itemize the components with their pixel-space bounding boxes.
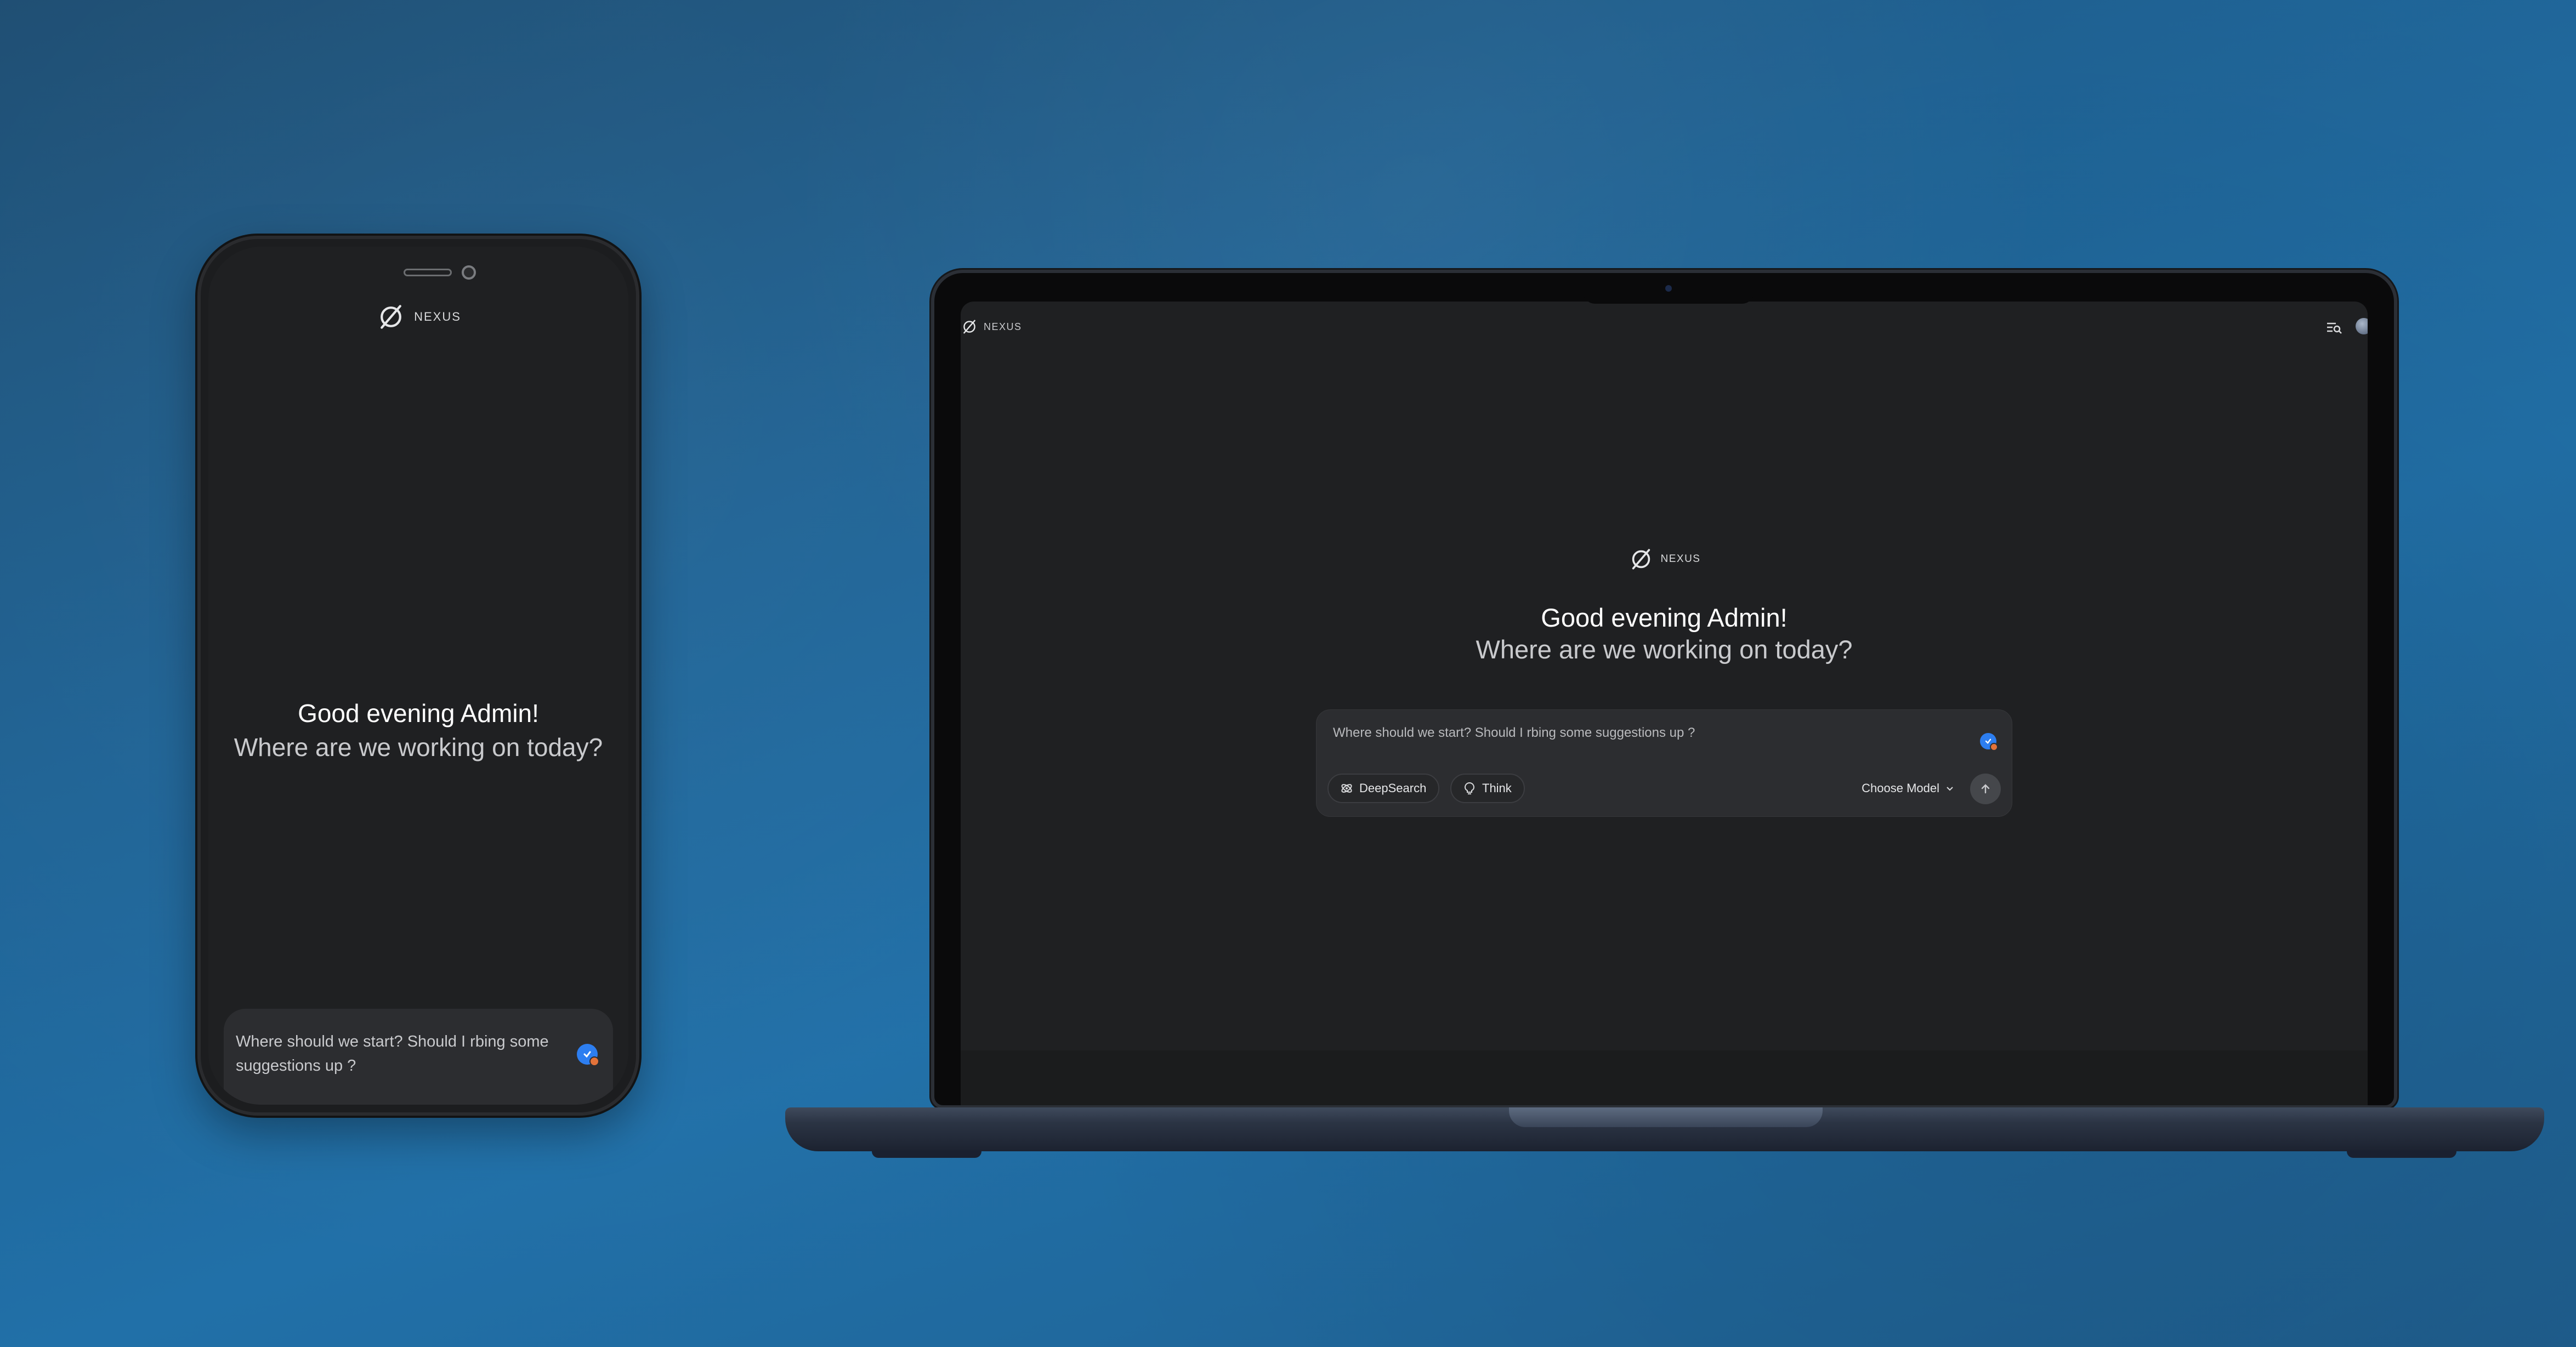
- prompt-placeholder: Where should we start? Should I rbing so…: [236, 1033, 549, 1075]
- nexus-logo-icon: [1632, 549, 1650, 570]
- laptop-screen: NEXUS NEXUS Good evening Admin! Where ar…: [961, 302, 2368, 1105]
- greeting-title: Good evening Admin!: [298, 699, 539, 728]
- screen-bottom: [961, 1050, 2368, 1105]
- laptop-foot-left: [872, 1150, 981, 1158]
- phone-screen: NEXUS Good evening Admin! Where are we w…: [208, 247, 628, 1105]
- greeting-subtitle: Where are we working on today?: [1476, 635, 1853, 664]
- arrow-up-icon: [1981, 784, 1990, 794]
- check-badge-icon[interactable]: [1980, 733, 1998, 751]
- center-brand-logo: NEXUS: [961, 546, 2368, 572]
- deepsearch-label: DeepSearch: [1359, 781, 1427, 795]
- laptop-opening-notch: [1509, 1107, 1823, 1127]
- brand-name: NEXUS: [984, 321, 1022, 332]
- phone-device: NEXUS Good evening Admin! Where are we w…: [197, 236, 639, 1116]
- lightbulb-icon: [1464, 782, 1475, 794]
- laptop-base: [785, 1107, 2544, 1151]
- send-button[interactable]: [1970, 774, 2001, 804]
- topbar-brand-logo[interactable]: NEXUS: [961, 318, 1022, 336]
- prompt-input[interactable]: Where should we start? Should I rbing so…: [224, 1009, 613, 1105]
- laptop-foot-right: [2347, 1150, 2456, 1158]
- brand-name: NEXUS: [414, 310, 461, 323]
- phone-brand-logo[interactable]: NEXUS: [208, 302, 628, 332]
- think-label: Think: [1482, 781, 1512, 795]
- model-selector[interactable]: Choose Model: [1862, 774, 1955, 803]
- prompt-placeholder[interactable]: Where should we start? Should I rbing so…: [1333, 725, 1695, 741]
- atom-icon: [1341, 784, 1352, 793]
- model-label: Choose Model: [1862, 781, 1939, 795]
- deepsearch-button[interactable]: DeepSearch: [1327, 774, 1440, 803]
- brand-name: NEXUS: [1660, 553, 1701, 565]
- nexus-logo-icon: [963, 320, 975, 334]
- greeting: Good evening Admin! Where are we working…: [208, 696, 628, 764]
- think-button[interactable]: Think: [1450, 774, 1525, 803]
- avatar[interactable]: [2356, 318, 2368, 334]
- nexus-logo-icon: [381, 305, 401, 329]
- chevron-down-icon: [1947, 787, 1953, 791]
- phone-speaker: [404, 269, 452, 276]
- greeting-title: Good evening Admin!: [1541, 603, 1788, 632]
- check-badge-icon[interactable]: [577, 1044, 599, 1066]
- camera-notch: [1583, 273, 1754, 304]
- webcam: [1665, 285, 1672, 292]
- history-search-icon[interactable]: [2326, 321, 2342, 334]
- prompt-box[interactable]: Where should we start? Should I rbing so…: [1316, 709, 2012, 817]
- greeting: Good evening Admin! Where are we working…: [961, 602, 2368, 666]
- greeting-subtitle: Where are we working on today?: [234, 733, 603, 761]
- phone-camera: [462, 265, 476, 280]
- laptop-device: NEXUS NEXUS Good evening Admin! Where ar…: [931, 270, 2397, 1109]
